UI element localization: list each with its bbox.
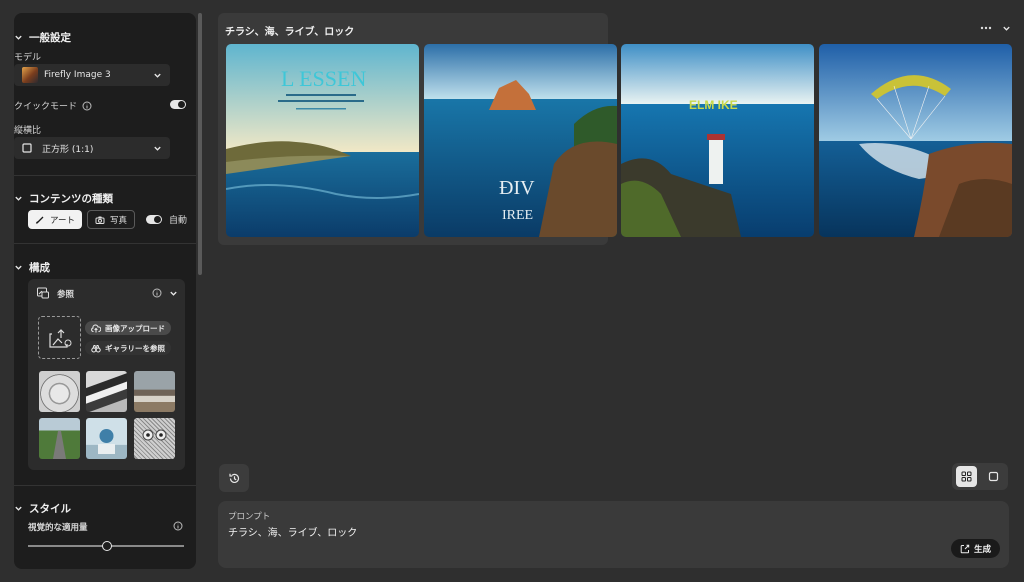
image-upload-icon	[48, 328, 71, 348]
visual-intensity-label: 視覚的な適用量	[28, 523, 88, 533]
brush-icon	[35, 216, 44, 224]
section-composition-title: 構成	[29, 262, 50, 274]
section-composition-header[interactable]: 構成	[14, 260, 50, 275]
art-button[interactable]: アート	[28, 210, 82, 229]
quick-mode-toggle[interactable]	[170, 100, 186, 109]
section-content-type-title: コンテンツの種類	[29, 193, 113, 205]
history-button[interactable]	[219, 464, 249, 492]
road-shape	[53, 431, 66, 459]
svg-text:L ESSEN: L ESSEN	[281, 66, 366, 91]
prompt-label: プロンプト	[228, 512, 271, 522]
photo-label: 写真	[110, 215, 128, 226]
chevron-down-icon	[154, 73, 161, 78]
grid-view-button[interactable]	[956, 466, 977, 487]
photo-button[interactable]: 写真	[87, 210, 136, 229]
chevron-down-icon	[15, 506, 22, 511]
quick-mode-label: クイックモード	[14, 102, 78, 112]
single-square-icon	[988, 471, 999, 482]
prompt-input[interactable]: チラシ、海、ライブ、ロック	[228, 524, 357, 539]
info-icon[interactable]	[82, 101, 92, 111]
aspect-label: 縦横比	[14, 126, 42, 136]
reference-label: 参照	[57, 290, 75, 300]
view-mode-toggle	[952, 463, 1008, 490]
reference-image-icon	[37, 287, 49, 299]
camera-icon	[95, 216, 105, 224]
model-select[interactable]: Firefly Image 3	[14, 64, 170, 86]
section-general-header[interactable]: 一般設定	[14, 30, 71, 45]
paraglider-art	[819, 44, 1012, 237]
single-view-button[interactable]	[983, 466, 1004, 487]
chevron-down-icon[interactable]	[169, 289, 178, 298]
divider	[14, 175, 196, 176]
section-style-title: スタイル	[29, 503, 71, 515]
reference-thumbnail-sphere-pedestal[interactable]	[86, 418, 127, 459]
reference-thumbnail-owl-sketch[interactable]	[134, 418, 175, 459]
generate-button[interactable]: 生成	[951, 539, 1000, 558]
generate-icon	[960, 544, 970, 553]
aspect-select[interactable]: 正方形 (1:1)	[14, 137, 170, 159]
auto-toggle[interactable]	[146, 215, 162, 224]
reference-thumbnail-mountain-wave[interactable]	[86, 371, 127, 412]
reference-thumbnail-sketch-hand[interactable]	[39, 371, 80, 412]
chevron-down-icon	[154, 146, 161, 151]
history-icon	[228, 473, 239, 483]
generate-label: 生成	[973, 544, 991, 555]
svg-text:ELM IKE: ELM IKE	[689, 98, 738, 112]
section-general-title: 一般設定	[29, 32, 71, 44]
chevron-down-icon	[15, 35, 22, 40]
result-prompt-title: チラシ、海、ライブ、ロック	[225, 27, 355, 38]
binoculars-icon	[91, 344, 101, 352]
divider	[14, 485, 196, 486]
upload-image-label: 画像アップロード	[105, 323, 165, 333]
poster-coast-art: L ESSEN	[226, 44, 419, 237]
reference-thumbnail-living-room[interactable]	[134, 371, 175, 412]
model-label: モデル	[14, 53, 42, 63]
generated-image-2[interactable]: ĐIV IREE	[424, 44, 617, 237]
auto-label: 自動	[169, 216, 188, 226]
svg-text:ĐIV: ĐIV	[499, 177, 535, 199]
upload-dropzone[interactable]	[38, 316, 81, 359]
lighthouse-art: ELM IKE	[621, 44, 814, 237]
cloud-upload-icon	[91, 323, 101, 332]
owl-shape	[142, 429, 167, 441]
reference-thumbnail-green-road[interactable]	[39, 418, 80, 459]
aspect-value: 正方形 (1:1)	[42, 144, 94, 155]
chevron-down-icon	[15, 265, 22, 270]
rock-island-art: ĐIV IREE	[424, 44, 617, 237]
model-value: Firefly Image 3	[44, 70, 111, 80]
chevron-down-icon[interactable]	[1002, 24, 1011, 33]
more-options-icon[interactable]	[979, 22, 993, 34]
info-icon[interactable]	[152, 288, 162, 298]
square-icon	[22, 143, 32, 153]
generated-image-4[interactable]	[819, 44, 1012, 237]
sidebar-scrollbar[interactable]	[198, 13, 202, 275]
section-style-header[interactable]: スタイル	[14, 501, 71, 516]
svg-text:IREE: IREE	[502, 208, 533, 223]
browse-gallery-button[interactable]: ギャラリーを参照	[85, 341, 171, 355]
sphere-shape	[98, 429, 115, 454]
upload-image-button[interactable]: 画像アップロード	[85, 321, 171, 335]
chevron-down-icon	[15, 196, 22, 201]
generated-image-3[interactable]: ELM IKE	[621, 44, 814, 237]
art-label: アート	[50, 215, 75, 226]
quick-mode-row: クイックモード	[14, 99, 92, 112]
model-thumbnail	[22, 67, 38, 83]
divider	[14, 243, 196, 244]
section-content-type-header[interactable]: コンテンツの種類	[14, 191, 113, 206]
generated-image-1[interactable]: L ESSEN	[226, 44, 419, 237]
browse-gallery-label: ギャラリーを参照	[105, 343, 165, 353]
info-icon[interactable]	[173, 521, 183, 531]
visual-intensity-knob[interactable]	[102, 541, 112, 551]
grid-icon	[961, 471, 972, 482]
